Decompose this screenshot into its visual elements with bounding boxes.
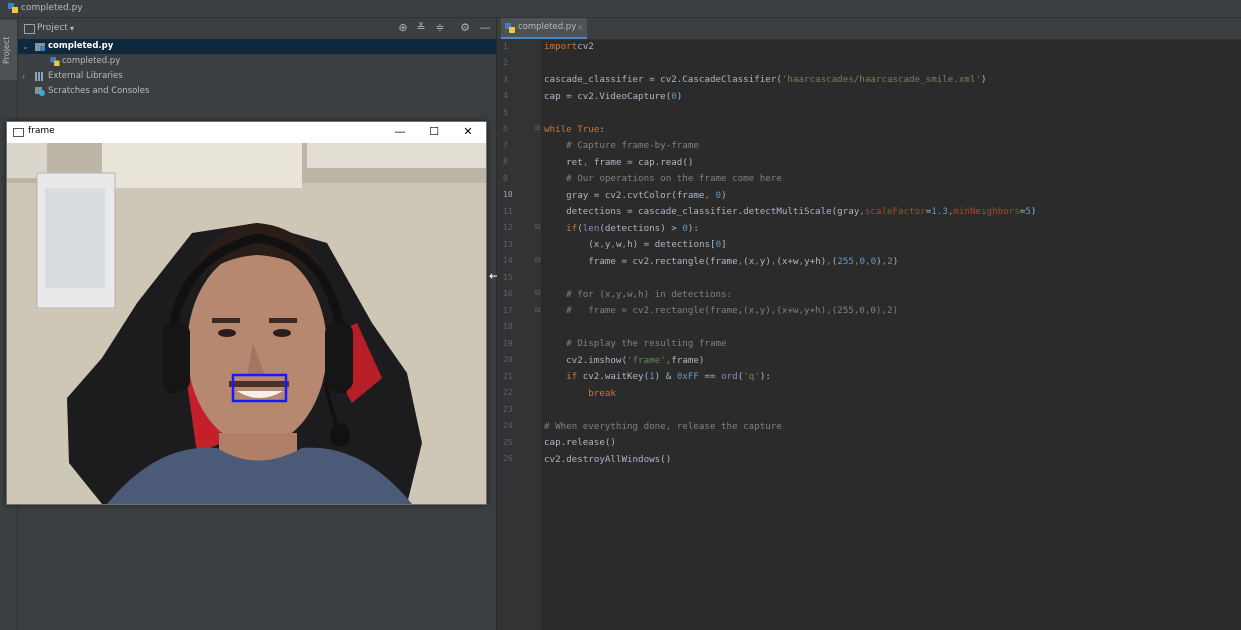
collapse-all-icon[interactable]: ≑: [434, 22, 446, 34]
webcam-scene: [7, 143, 486, 504]
line-number: 24: [503, 421, 513, 430]
frame-window[interactable]: frame — ☐ ✕: [6, 121, 487, 505]
tree-item-file[interactable]: completed.py: [18, 54, 496, 69]
line-number-current: 10: [503, 190, 513, 199]
project-panel-header: Project ▾ ⊕ ≚ ≑ ⚙ —: [18, 18, 496, 39]
python-file-icon: [8, 3, 18, 13]
code-editor[interactable]: importcv2 cascade_classifier = cv2.Cascad…: [541, 40, 1241, 630]
line-number: 15: [503, 273, 513, 282]
line-number: 2: [503, 58, 508, 67]
code-line: cap.release(): [544, 437, 616, 448]
close-button[interactable]: ✕: [459, 124, 477, 140]
library-icon: [35, 72, 43, 81]
code-line: importcv2: [544, 41, 594, 52]
line-number: 23: [503, 405, 513, 414]
folder-icon: [35, 43, 45, 51]
tree-item-label: Scratches and Consoles: [48, 86, 150, 96]
project-panel-title[interactable]: Project: [37, 18, 68, 39]
chevron-down-icon[interactable]: ⌄: [22, 39, 29, 54]
code-line: if(len(detections) > 0):: [544, 222, 699, 234]
close-tab-icon[interactable]: ×: [577, 18, 584, 37]
minimize-button[interactable]: —: [391, 124, 409, 140]
code-line: break: [544, 387, 616, 399]
code-line: # for (x,y,w,h) in detections:: [544, 288, 733, 300]
hide-icon[interactable]: —: [479, 22, 491, 34]
code-line: gray = cv2.cvtColor(frame, 0): [544, 189, 727, 201]
code-line: cascade_classifier = cv2.CascadeClassifi…: [544, 74, 987, 85]
line-number: 25: [503, 438, 513, 447]
expand-all-icon[interactable]: ≚: [415, 22, 427, 34]
code-line: (x,y,w,h) = detections[0]: [544, 239, 727, 250]
code-line: # frame = cv2.rectangle(frame,(x,y),(x+w…: [544, 305, 899, 316]
frame-window-title: frame: [28, 126, 55, 136]
line-number: 11: [503, 207, 513, 216]
maximize-button[interactable]: ☐: [425, 124, 443, 140]
code-line: # When everything done, release the capt…: [544, 420, 782, 432]
code-line: cv2.destroyAllWindows(): [544, 453, 672, 465]
code-line: # Our operations on the frame come here: [544, 173, 782, 184]
code-line: cap = cv2.VideoCapture(0): [544, 90, 683, 102]
line-number: 22: [503, 388, 513, 397]
tree-item-project-root[interactable]: ⌄ completed.py: [18, 39, 496, 54]
webcam-frame-image: [7, 143, 486, 504]
tree-item-label: completed.py: [48, 41, 114, 51]
fold-icon[interactable]: ⊟: [535, 306, 541, 314]
line-number: 18: [503, 322, 513, 331]
line-number: 20: [503, 355, 513, 364]
code-line: frame = cv2.rectangle(frame,(x,y),(x+w,y…: [544, 255, 899, 267]
code-line: # Display the resulting frame: [544, 338, 727, 349]
line-number: 3: [503, 75, 508, 84]
editor-tab-label: completed.py: [518, 22, 577, 32]
code-line: ret, frame = cap.read(): [544, 156, 694, 168]
code-line: detections = cascade_classifier.detectMu…: [544, 206, 1037, 217]
line-number: 1: [503, 42, 508, 51]
scratches-icon: [35, 87, 45, 96]
line-number: 7: [503, 141, 508, 150]
line-number: 9: [503, 174, 508, 183]
line-number: 8: [503, 157, 508, 166]
line-number: 26: [503, 454, 513, 463]
tree-item-label: completed.py: [62, 56, 121, 66]
editor-tab-completed-py[interactable]: completed.py ×: [501, 18, 587, 39]
app-title-bar: completed.py: [0, 0, 1241, 18]
fold-icon[interactable]: ⊟: [535, 223, 541, 231]
code-line: # Capture frame-by-frame: [544, 140, 699, 151]
chevron-down-icon[interactable]: ▾: [70, 18, 74, 39]
code-line: cv2.imshow('frame',frame): [544, 354, 705, 366]
line-number: 4: [503, 91, 508, 100]
python-file-icon: [50, 57, 60, 66]
tree-item-external-libraries[interactable]: › External Libraries: [18, 69, 496, 84]
tree-item-scratches[interactable]: Scratches and Consoles: [18, 84, 496, 99]
python-file-icon: [505, 23, 515, 33]
line-number: 19: [503, 339, 513, 348]
project-view-icon: [24, 24, 35, 34]
project-tool-tab-label: Project: [2, 36, 11, 64]
fold-icon[interactable]: ⊟: [535, 289, 541, 297]
frame-window-titlebar[interactable]: frame — ☐ ✕: [7, 122, 486, 143]
window-icon: [13, 128, 24, 137]
app-title: completed.py: [21, 3, 83, 13]
chevron-right-icon[interactable]: ›: [22, 69, 25, 84]
line-number: 5: [503, 108, 508, 117]
project-tool-tab[interactable]: Project: [0, 20, 17, 80]
fold-icon[interactable]: ⊟: [535, 124, 541, 132]
gear-icon[interactable]: ⚙: [459, 22, 471, 34]
tree-item-label: External Libraries: [48, 71, 123, 81]
line-number: 21: [503, 372, 513, 381]
fold-icon[interactable]: ⊟: [535, 256, 541, 264]
locate-icon[interactable]: ⊕: [397, 22, 409, 34]
editor-tab-bar: completed.py ×: [497, 18, 1241, 40]
code-line: if cv2.waitKey(1) & 0xFF == ord('q'):: [544, 371, 771, 382]
code-line: while True:: [544, 123, 605, 135]
line-number: 13: [503, 240, 513, 249]
